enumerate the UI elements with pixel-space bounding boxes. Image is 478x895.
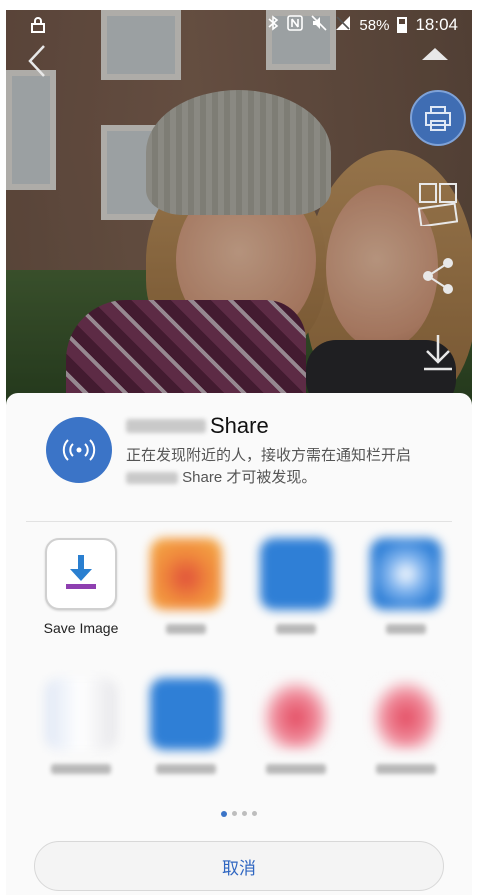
app-icon (150, 538, 222, 610)
save-image-label: Save Image (43, 620, 119, 636)
mute-icon (311, 15, 327, 35)
battery-percent: 58% (359, 16, 390, 34)
status-bar: 58% 18:04 (6, 10, 472, 40)
app-icon (370, 538, 442, 610)
share-target-blurred[interactable] (131, 678, 241, 774)
huawei-share-row[interactable]: Share 正在发现附近的人，接收方需在通知栏开启 Share 才可被发现。 (6, 393, 472, 513)
back-icon[interactable] (26, 44, 48, 78)
blurred-label (166, 624, 206, 634)
share-target-blurred[interactable] (131, 538, 241, 634)
collapse-up-icon[interactable] (420, 44, 450, 62)
share-target-blurred[interactable] (241, 538, 351, 634)
no-signal-icon (335, 15, 351, 35)
share-target-blurred[interactable] (26, 678, 136, 774)
battery-icon (397, 17, 408, 33)
page-dot (242, 811, 247, 816)
cancel-button[interactable]: 取消 (34, 841, 444, 891)
page-dot (252, 811, 257, 816)
divider (26, 521, 452, 522)
page-dot-active (221, 811, 227, 817)
photo-preview (6, 10, 472, 410)
share-sheet: Share 正在发现附近的人，接收方需在通知栏开启 Share 才可被发现。 S… (6, 393, 472, 895)
huawei-share-title: Share (126, 413, 269, 439)
page-indicator (6, 811, 472, 817)
huawei-share-icon[interactable] (46, 417, 112, 483)
app-icon (260, 538, 332, 610)
clock: 18:04 (415, 15, 458, 34)
share-target-blurred[interactable] (351, 538, 461, 634)
print-icon[interactable] (410, 90, 466, 146)
share-target-blurred[interactable] (351, 678, 461, 774)
bluetooth-icon (267, 15, 279, 35)
app-icon (260, 678, 332, 750)
blurred-label (386, 624, 426, 634)
blurred-label (276, 624, 316, 634)
blurred-brand-text (126, 472, 178, 485)
app-icon (150, 678, 222, 750)
blurred-label (376, 764, 436, 774)
blurred-label (51, 764, 111, 774)
blurred-label (156, 764, 216, 774)
share-target-blurred[interactable] (241, 678, 351, 774)
app-icon (45, 678, 117, 750)
save-image-target[interactable]: Save Image (26, 538, 136, 638)
nfc-icon (287, 15, 304, 35)
blurred-label (266, 764, 326, 774)
lock-icon (30, 17, 46, 33)
app-icon (370, 678, 442, 750)
huawei-share-description: 正在发现附近的人，接收方需在通知栏开启 Share 才可被发现。 (126, 447, 412, 486)
blurred-brand-text (126, 419, 206, 433)
share-icon[interactable] (410, 248, 466, 304)
collage-icon[interactable] (410, 176, 466, 232)
save-image-icon (45, 538, 117, 610)
download-icon[interactable] (410, 325, 466, 381)
page-dot (232, 811, 237, 816)
photo-dim-overlay (6, 10, 472, 410)
